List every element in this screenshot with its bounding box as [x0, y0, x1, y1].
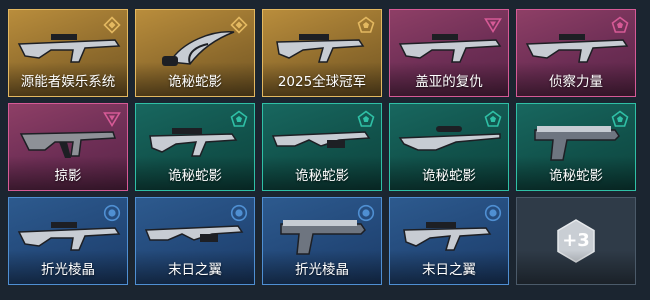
pentagon-tier-icon	[357, 110, 375, 127]
skin-card[interactable]: 源能者娱乐系统	[8, 9, 128, 97]
skin-card[interactable]: 诡秘蛇影	[389, 103, 509, 191]
more-skins-button[interactable]: +3	[516, 197, 636, 285]
skin-name: 诡秘蛇影	[168, 74, 222, 90]
triangle-tier-icon	[103, 112, 121, 128]
pentagon-tier-icon	[484, 110, 502, 127]
skin-card[interactable]: 侦察力量	[516, 9, 636, 97]
skin-card[interactable]: 诡秘蛇影	[516, 103, 636, 191]
circle-tier-icon	[103, 204, 121, 222]
circle-tier-icon	[484, 204, 502, 222]
skin-card[interactable]: 诡秘蛇影	[135, 103, 255, 191]
skin-name: 源能者娱乐系统	[20, 74, 116, 90]
skin-name: 诡秘蛇影	[549, 168, 603, 184]
skin-name: 2025全球冠军	[277, 74, 367, 90]
pentagon-tier-icon	[230, 110, 248, 127]
skin-name: 折光棱晶	[41, 262, 95, 278]
skin-card[interactable]: 掠影	[8, 103, 128, 191]
skin-name: 诡秘蛇影	[295, 168, 349, 184]
skin-card[interactable]: 末日之翼	[389, 197, 509, 285]
pentagon-tier-icon	[357, 16, 375, 33]
skin-card[interactable]: 2025全球冠军	[262, 9, 382, 97]
skin-name: 末日之翼	[168, 262, 222, 278]
pentagon-tier-icon	[611, 110, 629, 127]
pentagon-tier-icon	[611, 16, 629, 33]
diamond-tier-icon	[103, 16, 121, 34]
circle-tier-icon	[357, 204, 375, 222]
skin-card[interactable]: 盖亚的复仇	[389, 9, 509, 97]
skin-card[interactable]: 折光棱晶	[8, 197, 128, 285]
skin-card[interactable]: 折光棱晶	[262, 197, 382, 285]
skin-name: 盖亚的复仇	[415, 74, 483, 90]
skin-name: 诡秘蛇影	[168, 168, 222, 184]
triangle-tier-icon	[484, 18, 502, 34]
circle-tier-icon	[230, 204, 248, 222]
skin-name: 掠影	[54, 168, 82, 184]
skin-card[interactable]: 末日之翼	[135, 197, 255, 285]
skin-name: 末日之翼	[422, 262, 476, 278]
skin-name: 诡秘蛇影	[422, 168, 476, 184]
skin-card[interactable]: 诡秘蛇影	[135, 9, 255, 97]
more-count: +3	[562, 230, 590, 251]
skin-card[interactable]: 诡秘蛇影	[262, 103, 382, 191]
skin-grid: 源能者娱乐系统 诡秘蛇影 2025全球冠军 盖亚的复仇 侦察力量 掠影 诡秘蛇影…	[8, 9, 636, 285]
diamond-tier-icon	[230, 16, 248, 34]
skin-name: 折光棱晶	[295, 262, 349, 278]
skin-name: 侦察力量	[549, 74, 603, 90]
